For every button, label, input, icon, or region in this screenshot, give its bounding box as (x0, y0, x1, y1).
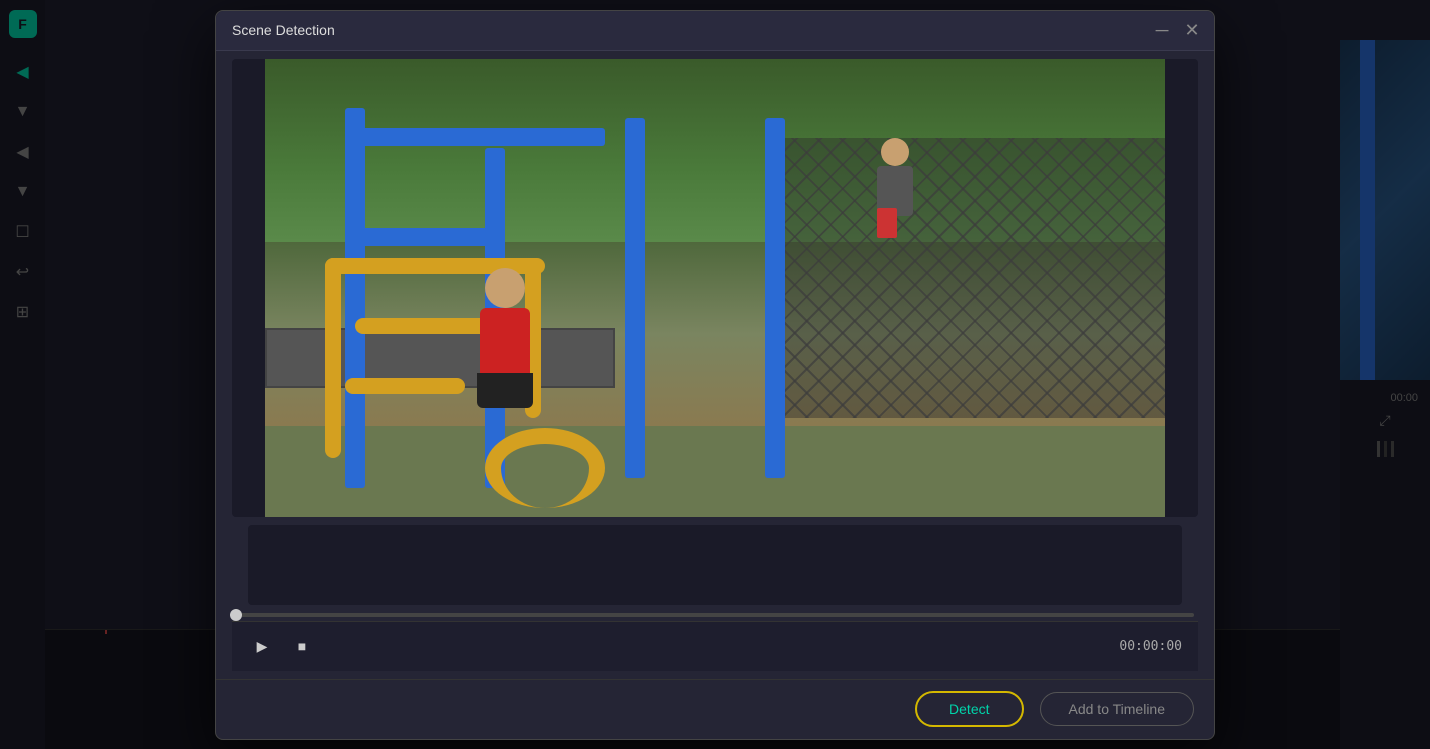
dialog-overlay: Scene Detection ─ ✕ (0, 0, 1430, 749)
progress-thumb[interactable] (230, 609, 242, 621)
scene-detection-dialog: Scene Detection ─ ✕ (215, 10, 1215, 740)
dialog-titlebar: Scene Detection ─ ✕ (216, 11, 1214, 51)
person-2-pants (877, 208, 897, 238)
blue-pole-horiz-2 (345, 228, 505, 246)
video-progress-bar[interactable] (236, 613, 1194, 617)
person-shorts (477, 373, 533, 408)
blue-pole-1 (345, 108, 365, 488)
close-icon: ✕ (1184, 20, 1199, 41)
play-icon: ▶ (257, 638, 268, 655)
blue-pole-horiz-1 (345, 128, 605, 146)
stop-button[interactable]: ■ (288, 632, 316, 660)
add-to-timeline-button[interactable]: Add to Timeline (1040, 692, 1195, 726)
dialog-content: ▶ ■ 00:00:00 (216, 51, 1214, 679)
yellow-rail-vert-1 (325, 258, 341, 458)
person-2-head (881, 138, 909, 166)
video-preview-container (232, 59, 1198, 517)
blue-pole-3 (625, 118, 645, 478)
person-red (465, 278, 545, 418)
video-preview (265, 59, 1165, 517)
yellow-rail-curve (485, 428, 605, 508)
dialog-minimize-button[interactable]: ─ (1150, 19, 1174, 43)
play-button[interactable]: ▶ (248, 632, 276, 660)
dialog-footer: Detect Add to Timeline (216, 679, 1214, 739)
scene-ground (265, 426, 1165, 517)
detect-button[interactable]: Detect (915, 691, 1023, 727)
person-head (485, 268, 525, 308)
chain-fence (785, 138, 1165, 418)
clips-strip-area (248, 525, 1182, 605)
person-body (480, 308, 530, 378)
blue-pole-4 (765, 118, 785, 478)
dialog-title: Scene Detection (232, 22, 1198, 38)
stop-icon: ■ (298, 638, 306, 654)
person-2 (875, 138, 915, 238)
progress-row (232, 613, 1198, 621)
video-controls-bar: ▶ ■ 00:00:00 (232, 621, 1198, 671)
minimize-icon: ─ (1156, 20, 1169, 41)
dialog-close-button[interactable]: ✕ (1180, 19, 1204, 43)
time-display: 00:00:00 (1119, 639, 1182, 654)
yellow-rail-3 (345, 378, 465, 394)
